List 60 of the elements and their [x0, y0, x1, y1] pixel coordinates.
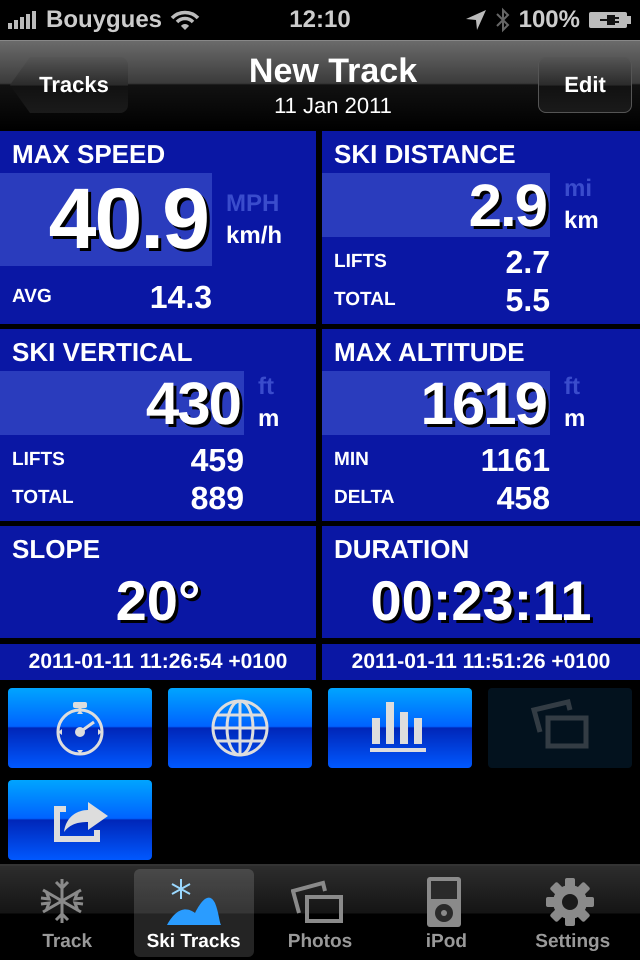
stat-value: 5.5 — [506, 282, 550, 318]
panel-title: MAX ALTITUDE — [333, 336, 526, 369]
panel-title: MAX SPEED — [11, 138, 166, 171]
timestamp: 2011-01-11 11:51:26 +0100 — [322, 644, 640, 680]
stat-value: 14.3 — [150, 278, 212, 316]
toolbar-button[interactable] — [8, 780, 152, 860]
tab-label: Settings — [535, 931, 610, 953]
panel-title: DURATION — [333, 533, 470, 566]
toolbar-button[interactable] — [168, 688, 312, 768]
stat-label: DELTA — [334, 487, 395, 509]
battery-icon — [588, 9, 632, 31]
screen-subtitle: 11 Jan 2011 — [274, 92, 392, 118]
unit-label[interactable]: km/h — [226, 220, 282, 252]
stat-value: 40.9 — [48, 170, 208, 269]
stat-label: LIFTS — [12, 449, 65, 471]
stat-label: AVG — [12, 286, 52, 308]
signal-icon — [8, 10, 38, 30]
timestamp: 2011-01-11 11:26:54 +0100 — [0, 644, 316, 680]
tab-label: iPod — [426, 931, 467, 953]
toolbar-button[interactable] — [8, 688, 152, 768]
stat-value: 2.7 — [506, 244, 550, 280]
stat-label: MIN — [334, 449, 369, 471]
stat-value: 00:23:11 — [369, 568, 593, 633]
wifi-icon — [170, 9, 200, 31]
unit-label[interactable]: m — [258, 403, 280, 435]
tab-label: Photos — [288, 931, 352, 953]
location-arrow-icon — [464, 9, 487, 31]
status-time: 12:10 — [288, 6, 352, 34]
panel-title: SKI DISTANCE — [333, 138, 517, 171]
stat-value: 458 — [496, 480, 550, 516]
unit-label[interactable]: km — [564, 205, 599, 237]
back-button[interactable]: Tracks — [10, 57, 128, 113]
stat-label: TOTAL — [12, 487, 74, 509]
tab-label: Track — [42, 931, 92, 953]
battery-percent: 100% — [518, 6, 580, 34]
stat-value: 20° — [114, 568, 202, 633]
tab-item[interactable]: Track — [7, 869, 128, 957]
tab-item[interactable]: iPod — [386, 869, 506, 957]
tab-item[interactable]: Settings — [512, 869, 633, 957]
stat-value: 459 — [190, 442, 244, 478]
screen-title: New Track — [248, 52, 418, 90]
unit-label[interactable]: m — [564, 403, 586, 435]
bluetooth-icon — [494, 7, 511, 33]
stat-value: 1161 — [480, 442, 550, 478]
stat-value: 889 — [190, 480, 244, 516]
toolbar-button[interactable] — [328, 688, 472, 768]
stat-value: 1619 — [420, 368, 546, 438]
stat-label: LIFTS — [334, 251, 387, 273]
tab-item[interactable]: Photos — [260, 869, 380, 957]
carrier-name: Bouygues — [46, 6, 162, 34]
stat-label: TOTAL — [334, 289, 396, 311]
tab-label: Ski Tracks — [146, 931, 241, 953]
snowy-mountain-icon — [164, 877, 223, 927]
edit-button[interactable]: Edit — [538, 57, 632, 113]
globe-icon — [210, 698, 270, 758]
panel-title: SKI VERTICAL — [11, 336, 194, 369]
stat-value: 430 — [146, 368, 240, 438]
stat-value: 2.9 — [468, 170, 546, 240]
tab-item[interactable]: Ski Tracks — [134, 869, 254, 957]
panel-title: SLOPE — [11, 533, 102, 566]
